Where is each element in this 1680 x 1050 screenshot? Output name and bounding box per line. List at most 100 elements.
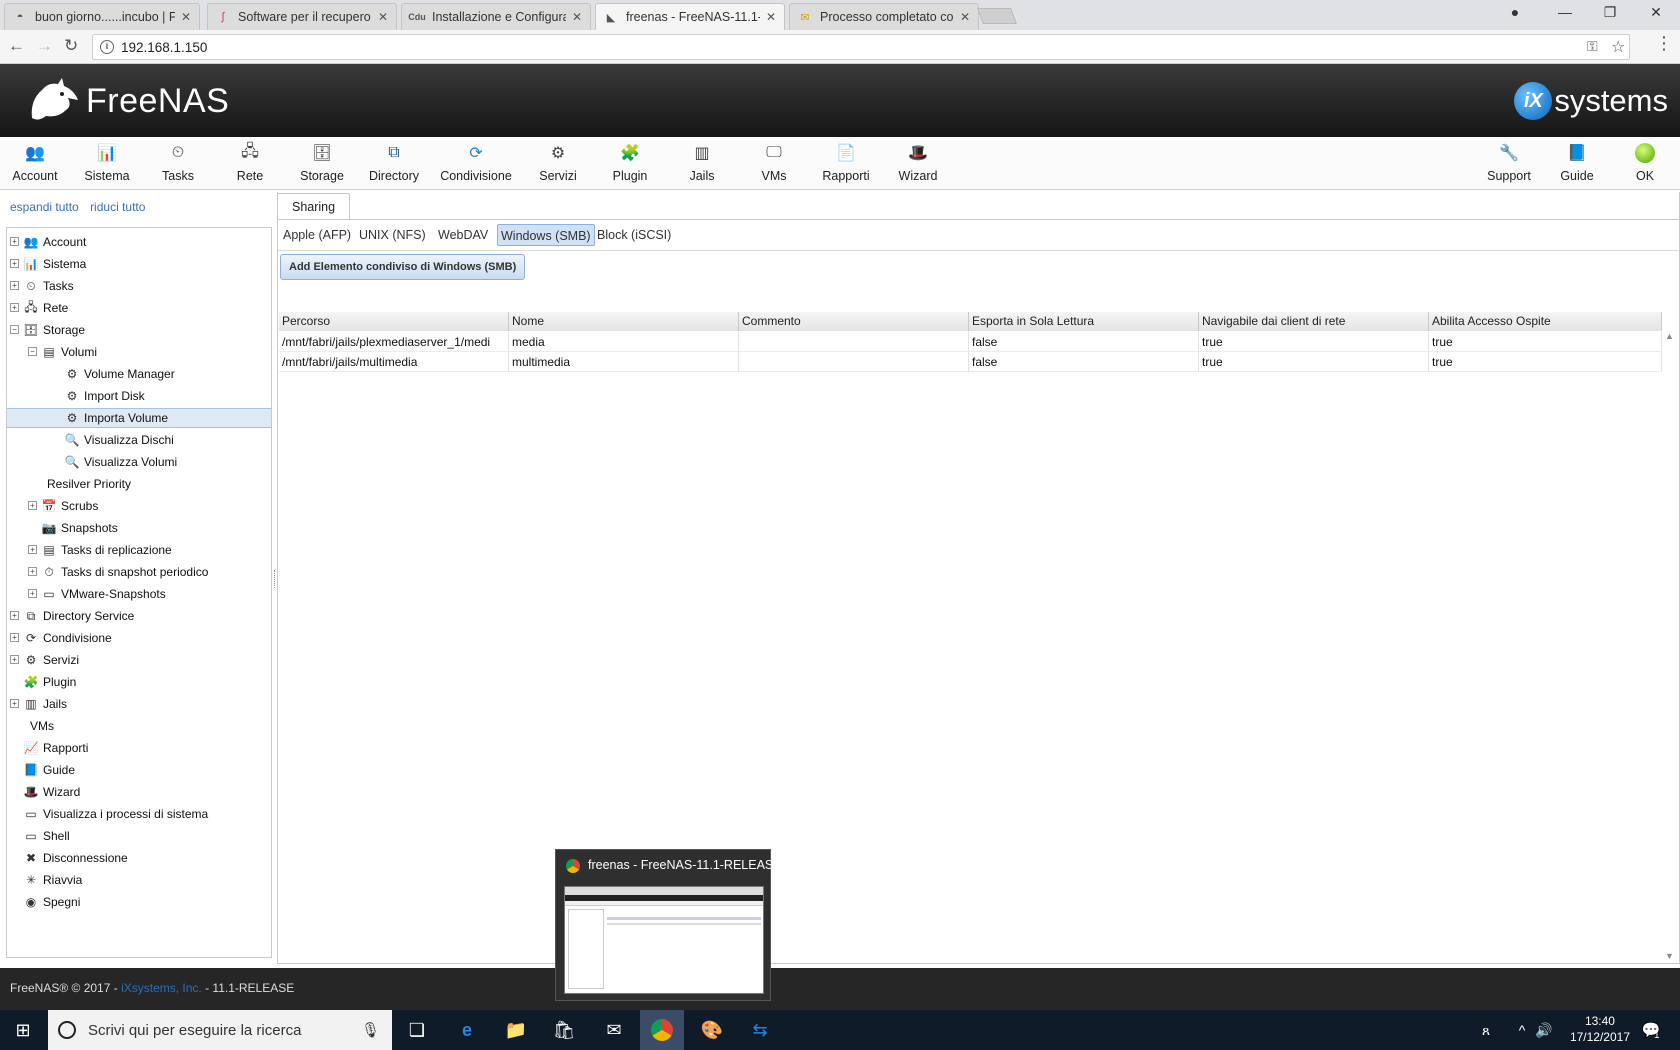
star-icon[interactable]: ☆ <box>1611 37 1625 57</box>
tree-item[interactable]: + 📅 Scrubs <box>7 496 271 516</box>
tree-item[interactable]: Resilver Priority <box>7 474 271 494</box>
url-text[interactable]: 192.168.1.150 <box>121 40 207 55</box>
table-cell[interactable]: media <box>509 332 739 352</box>
table-cell[interactable]: true <box>1199 352 1429 372</box>
toolbar-plugin[interactable]: 🧩 Plugin <box>594 141 666 189</box>
toolbar-jails[interactable]: ▥ Jails <box>666 141 738 189</box>
tree-item[interactable]: + ▭ VMware-Snapshots <box>7 584 271 604</box>
tree-item[interactable]: + ▤ Tasks di replicazione <box>7 540 271 560</box>
tree-item[interactable]: 📷 Snapshots <box>7 518 271 538</box>
expand-icon[interactable]: + <box>28 567 37 576</box>
column-header[interactable]: Abilita Accesso Ospite <box>1429 312 1662 331</box>
collapse-all-link[interactable]: riduci tutto <box>90 200 145 214</box>
scroll-up-icon[interactable]: ▲ <box>1665 331 1674 341</box>
tree-item[interactable]: 🔍 Visualizza Volumi <box>7 452 271 472</box>
toolbar-servizi[interactable]: ⚙ Servizi <box>522 141 594 189</box>
action-center-icon[interactable]: 💬 <box>1637 1016 1665 1044</box>
close-tab-icon[interactable]: ✕ <box>572 10 582 24</box>
column-header[interactable]: Esporta in Sola Lettura <box>969 312 1199 331</box>
table-cell[interactable]: multimedia <box>509 352 739 372</box>
expand-all-link[interactable]: espandi tutto <box>10 200 79 214</box>
expand-icon[interactable]: + <box>28 501 37 510</box>
taskbar-window-preview[interactable]: freenas - FreeNAS-11.1-RELEAS... <box>555 849 784 1001</box>
menu-icon[interactable]: ⋮ <box>1655 33 1673 54</box>
tree-item[interactable]: − ▤ Volumi <box>7 342 271 362</box>
tree-item[interactable]: ⚙ Volume Manager <box>7 364 271 384</box>
column-header[interactable]: Percorso <box>279 312 509 331</box>
browser-tab-active[interactable]: ◣ freenas - FreeNAS-11.1-R ✕ <box>595 3 785 30</box>
browser-tab[interactable]: Cdu Installazione e Configura ✕ <box>401 3 591 30</box>
edge-icon[interactable]: e <box>453 1016 481 1044</box>
forward-icon[interactable]: → <box>36 36 53 56</box>
address-bar[interactable]: i 192.168.1.150 ⚿ ☆ <box>92 34 1630 60</box>
close-tab-icon[interactable]: ✕ <box>960 10 970 24</box>
close-tab-icon[interactable]: ✕ <box>181 10 191 24</box>
tree-item[interactable]: 🎩 Wizard <box>7 782 271 802</box>
toolbar-ok[interactable]: OK <box>1609 141 1680 189</box>
toolbar-wizard[interactable]: 🎩 Wizard <box>882 141 954 189</box>
expand-icon[interactable]: + <box>10 281 19 290</box>
toolbar-rapporti[interactable]: 📄 Rapporti <box>810 141 882 189</box>
column-header[interactable]: Commento <box>739 312 969 331</box>
browser-tab[interactable]: ◓ buon giorno......incubo | F ✕ <box>4 3 200 30</box>
toolbar-vms[interactable]: 🖵 VMs <box>738 141 810 189</box>
file-explorer-icon[interactable]: 📁 <box>502 1016 530 1044</box>
task-view-icon[interactable]: ❏ <box>403 1016 431 1044</box>
collapse-icon[interactable]: − <box>10 325 19 334</box>
table-cell[interactable]: true <box>1429 332 1662 352</box>
tree-item[interactable]: − 🗄 Storage <box>7 320 271 340</box>
tree-item[interactable]: + ⟳ Condivisione <box>7 628 271 648</box>
toolbar-sistema[interactable]: 📊 Sistema <box>71 141 143 189</box>
profile-icon[interactable]: ● <box>1505 4 1525 20</box>
tree-item[interactable]: + 📊 Sistema <box>7 254 271 274</box>
close-window-icon[interactable]: ✕ <box>1646 4 1666 21</box>
tree-item[interactable]: 🧩 Plugin <box>7 672 271 692</box>
expand-icon[interactable]: + <box>10 611 19 620</box>
close-tab-icon[interactable]: ✕ <box>378 10 388 24</box>
expand-icon[interactable]: + <box>10 633 19 642</box>
taskbar-search[interactable]: Scrivi qui per eseguire la ricerca 🎙 <box>48 1010 392 1050</box>
volume-icon[interactable]: 🔊 <box>1530 1016 1558 1044</box>
tree-item[interactable]: + ⏲ Tasks <box>7 276 271 296</box>
tree-item[interactable]: 📘 Guide <box>7 760 271 780</box>
freenas-logo[interactable]: FreeNAS <box>28 78 229 124</box>
subtab-webdav[interactable]: WebDAV <box>435 224 491 246</box>
toolbar-account[interactable]: 👥 Account <box>0 141 71 189</box>
paint-app-icon[interactable]: 🎨 <box>698 1016 726 1044</box>
add-smb-share-button[interactable]: Add Elemento condiviso di Windows (SMB) <box>280 254 526 280</box>
tree-item[interactable]: ▭ Shell <box>7 826 271 846</box>
chrome-taskbar-icon[interactable] <box>640 1010 684 1050</box>
tree-item[interactable]: + ⏱ Tasks di snapshot periodico <box>7 562 271 582</box>
column-header[interactable]: Nome <box>509 312 739 331</box>
back-icon[interactable]: ← <box>8 36 25 56</box>
toolbar-guide[interactable]: 📘 Guide <box>1541 141 1613 189</box>
expand-icon[interactable]: + <box>10 699 19 708</box>
restore-icon[interactable]: ❐ <box>1600 4 1620 21</box>
tree-item[interactable]: + 🖧 Rete <box>7 298 271 318</box>
teamviewer-icon[interactable]: ⇆ <box>746 1016 774 1044</box>
column-header[interactable]: Navigabile dai client di rete <box>1199 312 1429 331</box>
splitter-handle[interactable] <box>274 570 276 588</box>
browser-tab[interactable]: ∫ Software per il recupero ✕ <box>207 3 397 30</box>
toolbar-tasks[interactable]: ⏲ Tasks <box>142 141 214 189</box>
tree-item[interactable]: + ▥ Jails <box>7 694 271 714</box>
collapse-icon[interactable]: − <box>28 347 37 356</box>
expand-icon[interactable]: + <box>10 655 19 664</box>
tree-item[interactable]: + 👥 Account <box>7 232 271 252</box>
toolbar-directory[interactable]: ⧉ Directory <box>358 141 430 189</box>
tree-item[interactable]: 📈 Rapporti <box>7 738 271 758</box>
new-tab-button[interactable] <box>977 8 1017 24</box>
toolbar-rete[interactable]: 🖧 Rete <box>214 141 286 189</box>
table-cell[interactable]: false <box>969 332 1199 352</box>
tree-item[interactable]: + ⚙ Servizi <box>7 650 271 670</box>
tree-item[interactable]: 🔍 Visualizza Dischi <box>7 430 271 450</box>
grid-scrollbar[interactable]: ▲ ▼ <box>1662 331 1678 961</box>
subtab-afp[interactable]: Apple (AFP) <box>280 224 354 246</box>
key-icon[interactable]: ⚿ <box>1587 38 1598 55</box>
expand-icon[interactable]: + <box>10 259 19 268</box>
microphone-icon[interactable]: 🎙 <box>361 1021 380 1039</box>
tree-item[interactable]: VMs <box>7 716 271 736</box>
expand-icon[interactable]: + <box>28 545 37 554</box>
table-cell[interactable]: true <box>1429 352 1662 372</box>
tree-item[interactable]: ⚙ Importa Volume <box>7 408 271 428</box>
